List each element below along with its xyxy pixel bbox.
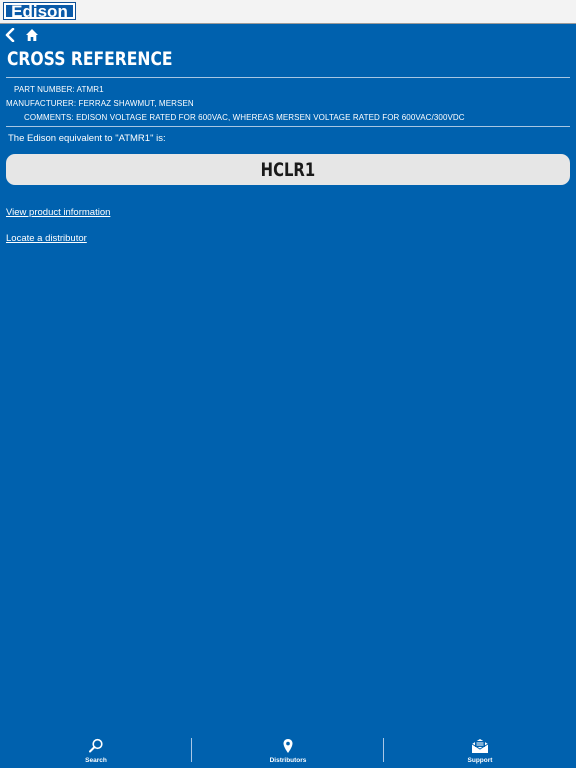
result-part-number: HCLR1: [260, 158, 316, 181]
page-title: CROSS REFERENCE: [7, 48, 173, 70]
part-number: PART NUMBER: ATMR1: [14, 85, 104, 94]
home-icon[interactable]: [25, 28, 39, 42]
search-icon: [89, 738, 103, 753]
tab-bar: Search Distributors Support: [0, 734, 576, 768]
edison-logo[interactable]: Edison: [3, 2, 76, 20]
divider: [6, 77, 570, 78]
envelope-icon: [471, 739, 489, 753]
tab-label: Support: [467, 757, 493, 764]
equivalent-text: The Edison equivalent to "ATMR1" is:: [8, 133, 166, 144]
locate-distributor-link[interactable]: Locate a distributor: [6, 233, 87, 244]
top-bar: Edison: [0, 0, 576, 24]
manufacturer: MANUFACTURER: FERRAZ SHAWMUT, MERSEN: [6, 99, 194, 108]
result-box: HCLR1: [6, 154, 570, 185]
divider: [6, 126, 570, 127]
comments: COMMENTS: EDISON VOLTAGE RATED FOR 600VA…: [24, 113, 465, 122]
tab-support[interactable]: Support: [384, 734, 576, 768]
tab-label: Distributors: [269, 757, 307, 764]
map-pin-icon: [283, 739, 293, 753]
view-product-link[interactable]: View product information: [6, 207, 110, 218]
tab-distributors[interactable]: Distributors: [192, 734, 384, 768]
tab-search[interactable]: Search: [0, 734, 192, 768]
chevron-left-icon[interactable]: [4, 28, 16, 42]
logo-text: Edison: [5, 3, 74, 20]
tab-label: Search: [85, 757, 107, 764]
